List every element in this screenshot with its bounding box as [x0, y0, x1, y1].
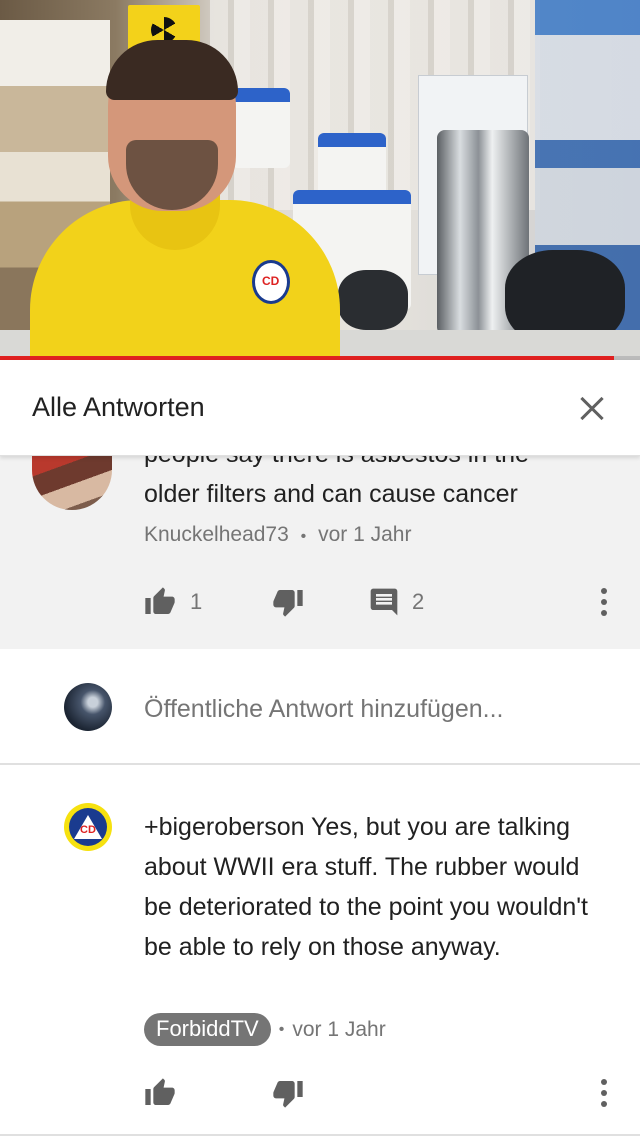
dislike-button[interactable] [272, 1073, 304, 1113]
like-count: 1 [190, 589, 203, 614]
civil-defense-patch [252, 260, 290, 304]
comment-text-line: older filters and can cause cancer [144, 480, 518, 508]
meta-separator: • [278, 1020, 285, 1038]
comment-time: vor 1 Jahr [292, 1017, 386, 1041]
like-button[interactable] [144, 1073, 176, 1113]
comment-text: people say there is asbestos in the olde… [144, 456, 604, 514]
close-icon[interactable] [568, 384, 616, 432]
reply-input[interactable]: Öffentliche Antwort hinzufügen... [144, 695, 504, 724]
more-vert-icon[interactable] [592, 1075, 616, 1111]
video-player[interactable] [0, 0, 640, 360]
replies-button[interactable]: 2 [368, 582, 424, 622]
add-reply-row[interactable]: Öffentliche Antwort hinzufügen... [0, 649, 640, 765]
gas-mask [338, 270, 408, 330]
thumbs-down-icon [272, 1077, 304, 1109]
avatar[interactable] [32, 456, 112, 510]
dislike-button[interactable] [272, 582, 304, 622]
like-button[interactable]: 1 [144, 582, 202, 622]
thumbs-up-icon [144, 1077, 176, 1109]
page-title: Alle Antworten [32, 392, 205, 422]
comment-text-line: people say there is asbestos in the [144, 456, 604, 474]
comment-meta: Knuckelhead73 • vor 1 Jahr [144, 523, 411, 547]
avatar[interactable]: CD [64, 803, 112, 851]
comment-icon [368, 586, 400, 618]
comment-author[interactable]: Knuckelhead73 [144, 523, 289, 546]
comment-author-owner-chip[interactable]: ForbiddTV [144, 1013, 271, 1046]
parent-comment: people say there is asbestos in the olde… [0, 456, 640, 649]
reply-count: 2 [412, 589, 425, 614]
avatar [64, 683, 112, 731]
replies-header: Alle Antworten [0, 360, 640, 456]
civil-defense-logo: CD [80, 824, 96, 836]
comment-meta: ForbiddTV • vor 1 Jahr [144, 1013, 386, 1046]
meta-separator: • [300, 528, 307, 545]
comment-time: vor 1 Jahr [318, 523, 412, 546]
comment-actions [0, 1073, 640, 1113]
more-vert-icon[interactable] [592, 584, 616, 620]
comment-actions: 1 2 [0, 582, 640, 622]
reply-comment: CD +bigeroberson Yes, but you are talkin… [0, 767, 640, 1136]
comment-text: +bigeroberson Yes, but you are talking a… [144, 813, 588, 961]
thumbs-down-icon [272, 586, 304, 618]
presenter [30, 40, 340, 360]
thumbs-up-icon [144, 586, 176, 618]
